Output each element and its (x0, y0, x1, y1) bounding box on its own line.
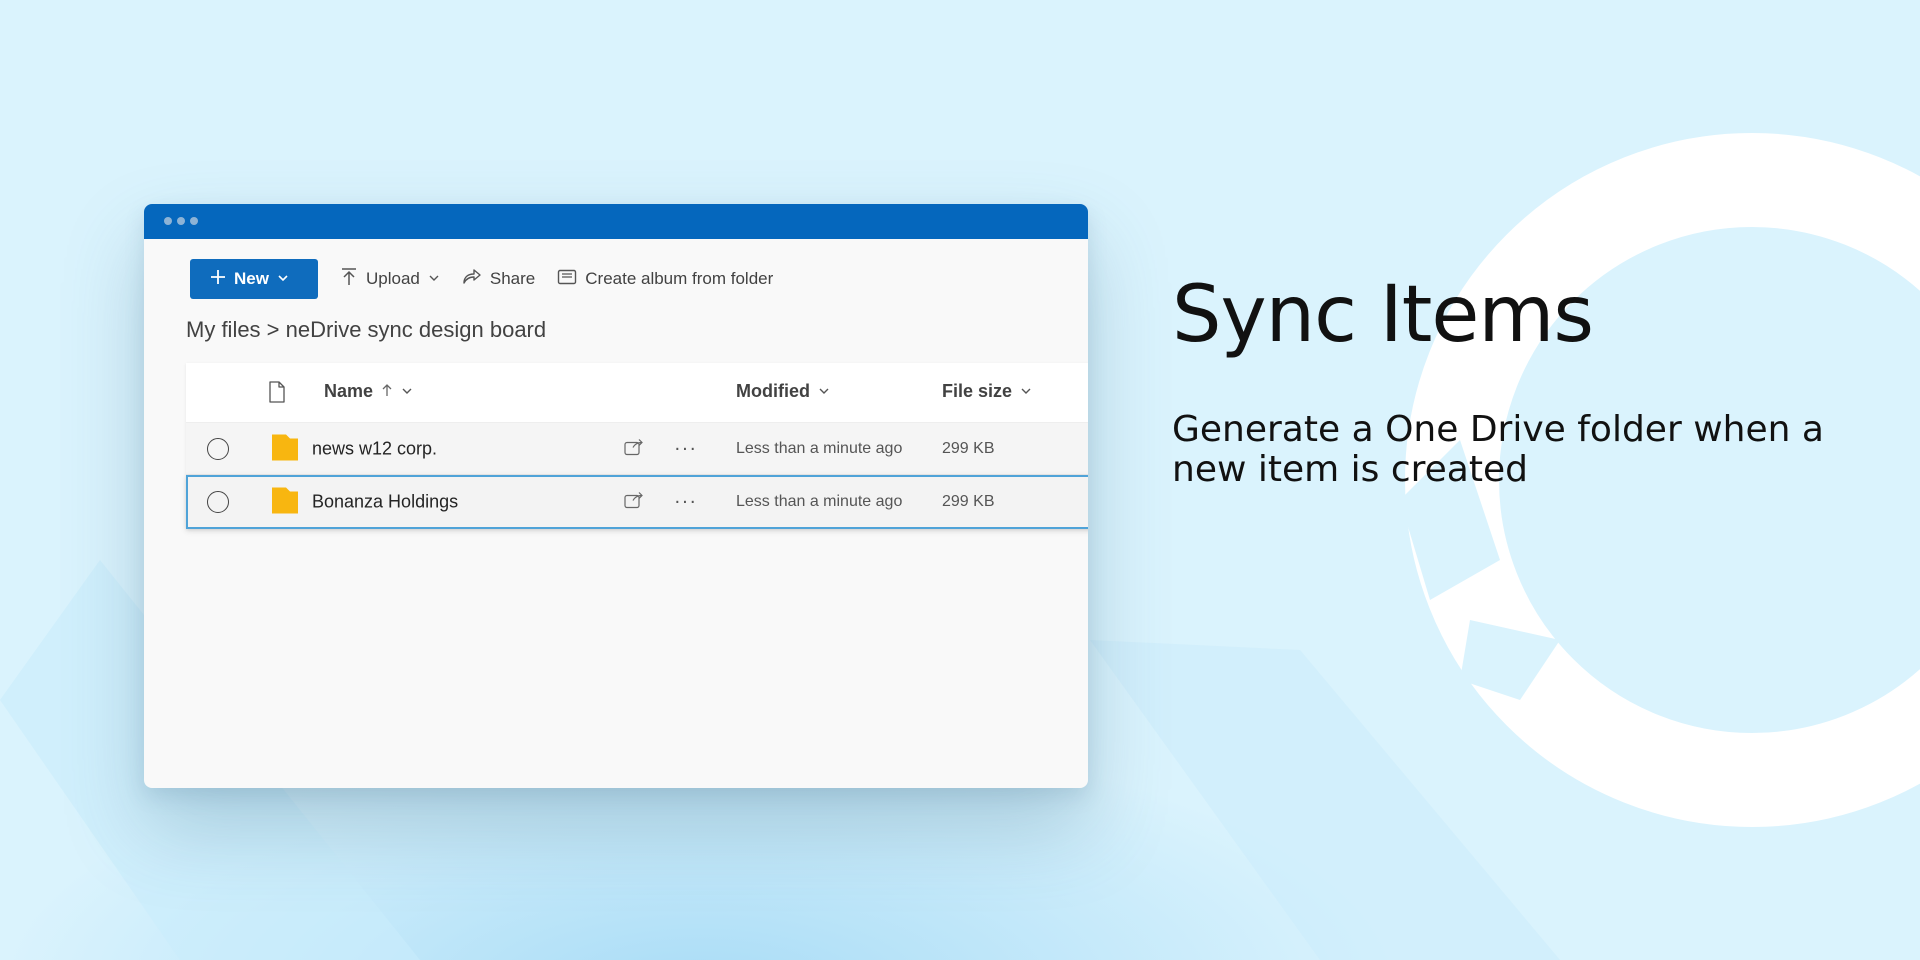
hero-subtitle: Generate a One Drive folder when a new i… (1172, 409, 1824, 490)
window-controls (164, 217, 198, 225)
upload-label: Upload (366, 269, 420, 288)
column-header-name[interactable]: Name (324, 381, 413, 402)
command-bar: New Upload Share Create album from folde… (190, 259, 773, 299)
hero-title: Sync Items (1172, 270, 1594, 360)
file-list-header: Name Modified File size (186, 363, 1088, 423)
column-name-label: Name (324, 381, 374, 401)
new-button[interactable]: New (190, 259, 318, 299)
row-select-radio[interactable] (207, 490, 229, 513)
folder-icon (272, 485, 298, 518)
chevron-down-icon (428, 269, 440, 289)
window-dot[interactable] (164, 217, 172, 225)
album-icon (557, 269, 577, 290)
new-button-label: New (234, 269, 269, 288)
modified-date: Less than a minute ago (736, 492, 903, 510)
window-titlebar (144, 204, 1088, 239)
chevron-down-icon (277, 269, 289, 289)
file-size: 299 KB (942, 492, 995, 510)
column-size-label: File size (942, 381, 1013, 401)
chevron-down-icon (1020, 381, 1032, 402)
modified-date: Less than a minute ago (736, 439, 903, 457)
sort-ascending-icon (381, 381, 393, 402)
table-row[interactable]: news w12 corp. ··· Less than a minute ag… (186, 423, 1088, 475)
share-icon (462, 268, 482, 291)
more-options-icon[interactable]: ··· (674, 490, 697, 513)
table-row[interactable]: Bonanza Holdings ··· Less than a minute … (186, 475, 1088, 529)
file-size: 299 KB (942, 439, 995, 457)
share-button[interactable]: Share (462, 268, 535, 291)
onedrive-window: New Upload Share Create album from folde… (144, 204, 1088, 788)
share-label: Share (489, 269, 536, 288)
create-album-label: Create album from folder (585, 269, 774, 288)
column-modified-label: Modified (736, 381, 810, 401)
column-header-modified[interactable]: Modified (736, 381, 830, 402)
window-content: New Upload Share Create album from folde… (144, 239, 1088, 788)
file-type-icon[interactable] (268, 381, 286, 403)
create-album-button[interactable]: Create album from folder (557, 269, 773, 290)
plus-icon (210, 269, 226, 290)
file-name[interactable]: news w12 corp. (312, 438, 437, 459)
chevron-down-icon (401, 381, 413, 402)
folder-icon (272, 432, 298, 465)
share-icon[interactable] (624, 437, 644, 460)
share-icon[interactable] (624, 490, 644, 513)
more-options-icon[interactable]: ··· (674, 437, 697, 460)
breadcrumb[interactable]: My files > neDrive sync design board (186, 317, 546, 343)
window-dot[interactable] (177, 217, 185, 225)
window-dot[interactable] (190, 217, 198, 225)
column-header-file-size[interactable]: File size (942, 381, 1032, 402)
upload-button[interactable]: Upload (340, 267, 440, 292)
row-select-radio[interactable] (207, 437, 229, 460)
chevron-down-icon (818, 381, 830, 402)
file-name[interactable]: Bonanza Holdings (312, 491, 458, 512)
upload-icon (340, 267, 358, 292)
file-list: Name Modified File size news w12 corp. ·… (186, 363, 1088, 529)
